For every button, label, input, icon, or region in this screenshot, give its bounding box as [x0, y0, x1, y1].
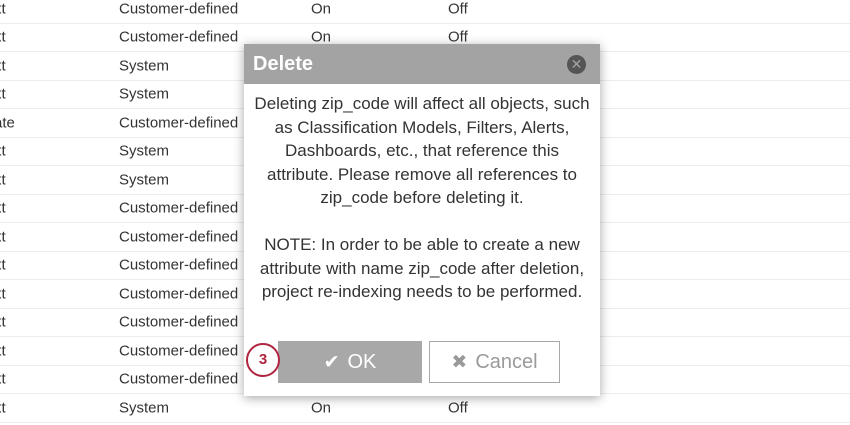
table-row[interactable]: xt Customer-defined On Off	[0, 0, 850, 24]
cell-type: xt	[0, 228, 6, 246]
cell-type: xt	[0, 256, 6, 274]
cell-status-a: On	[311, 399, 332, 417]
cell-status-b: Off	[448, 399, 468, 417]
ok-button[interactable]: ✔ OK	[278, 341, 422, 383]
cell-source: System	[119, 85, 170, 103]
table-row[interactable]: xt System On Off	[0, 394, 850, 423]
cell-type: xt	[0, 85, 6, 103]
dialog-title: Delete	[253, 53, 314, 75]
dialog-message: Deleting zip_code will affect all object…	[254, 94, 590, 207]
cell-type: xt	[0, 342, 6, 360]
cell-source: System	[119, 142, 170, 160]
close-icon[interactable]: ✕	[567, 55, 586, 74]
step-number-badge: 3	[246, 343, 280, 377]
dialog-note: NOTE: In order to be able to create a ne…	[259, 235, 585, 301]
cell-type: ate	[0, 114, 15, 132]
delete-dialog: Delete ✕ Deleting zip_code will affect a…	[244, 44, 600, 396]
cell-type: xt	[0, 28, 6, 46]
cell-source: Customer-defined	[119, 370, 239, 388]
ok-button-label: OK	[347, 351, 377, 373]
cell-source: Customer-defined	[119, 313, 239, 331]
x-icon: ✖	[451, 352, 468, 373]
cell-type: xt	[0, 285, 6, 303]
cancel-button[interactable]: ✖ Cancel	[429, 341, 560, 383]
cell-source: Customer-defined	[119, 0, 239, 18]
cell-source: System	[119, 57, 170, 75]
cell-status-b: Off	[448, 0, 468, 18]
cell-source: System	[119, 171, 170, 189]
cell-type: xt	[0, 0, 6, 18]
cell-source: Customer-defined	[119, 256, 239, 274]
cell-type: xt	[0, 142, 6, 160]
checkmark-icon: ✔	[323, 352, 340, 373]
cell-source: System	[119, 399, 170, 417]
cell-status-a: On	[311, 0, 332, 18]
cell-type: xt	[0, 199, 6, 217]
cell-type: xt	[0, 370, 6, 388]
cell-type: xt	[0, 171, 6, 189]
cell-source: Customer-defined	[119, 342, 239, 360]
cell-type: xt	[0, 313, 6, 331]
cell-type: xt	[0, 399, 6, 417]
dialog-body: Deleting zip_code will affect all object…	[252, 92, 592, 304]
cell-source: Customer-defined	[119, 28, 239, 46]
cancel-button-label: Cancel	[475, 351, 538, 373]
cell-source: Customer-defined	[119, 114, 239, 132]
cell-source: Customer-defined	[119, 199, 239, 217]
cell-source: Customer-defined	[119, 285, 239, 303]
cell-source: Customer-defined	[119, 228, 239, 246]
cell-type: xt	[0, 57, 6, 75]
dialog-header: Delete ✕	[244, 44, 600, 84]
